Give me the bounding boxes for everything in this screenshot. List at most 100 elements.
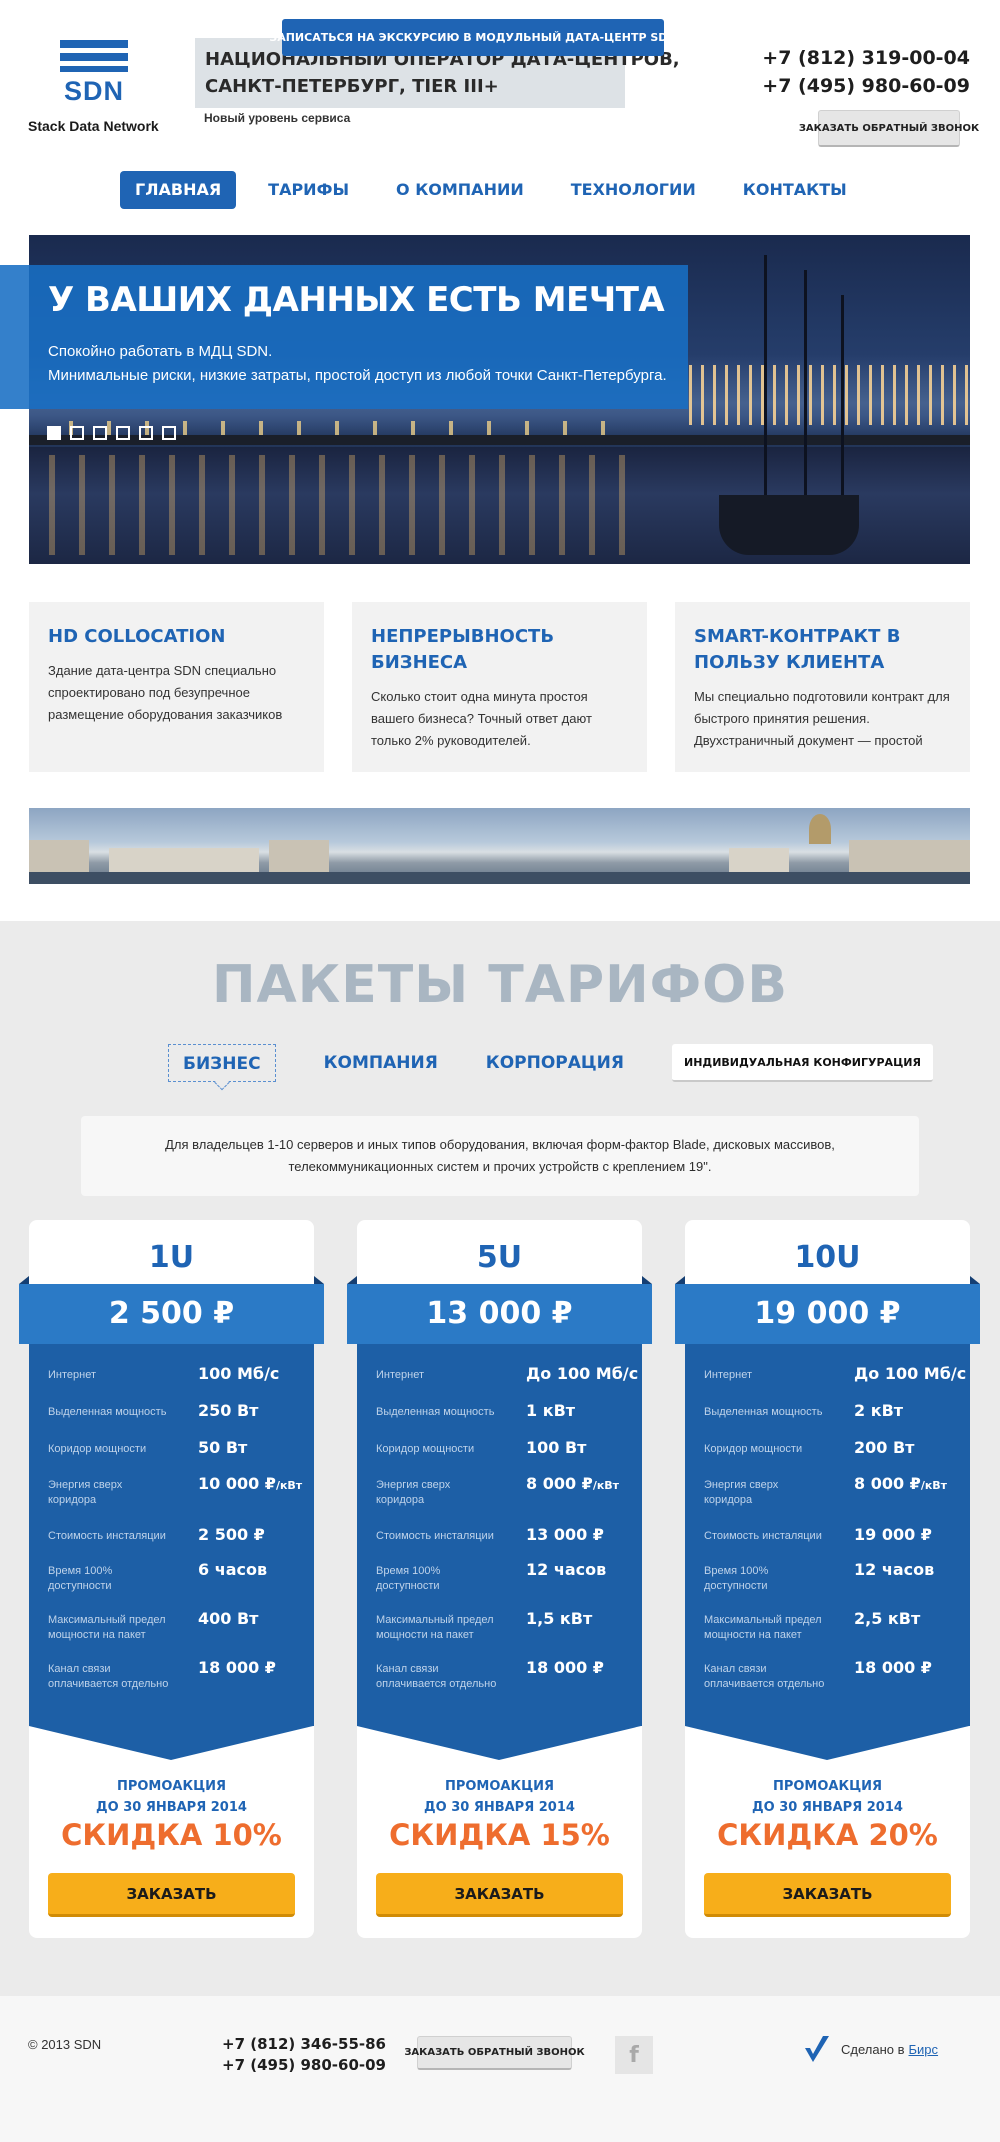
callback-button[interactable]: ЗАКАЗАТЬ ОБРАТНЫЙ ЗВОНОК (799, 110, 979, 147)
nav-item-tariffs[interactable]: ТАРИФЫ (253, 171, 364, 209)
nav-item-about[interactable]: О КОМПАНИИ (381, 171, 539, 209)
order-button[interactable]: ЗАКАЗАТЬ (376, 1873, 623, 1917)
ribbon-fold (347, 1276, 357, 1284)
logo-text: SDN (63, 76, 124, 106)
nav-item-home[interactable]: ГЛАВНАЯ (120, 171, 237, 209)
spec-value: 12 часов (854, 1560, 935, 1579)
feature-title: НЕПРЕРЫВНОСТЬ БИЗНЕСА (371, 626, 555, 673)
feature-smart-contract: SMART-КОНТРАКТ В ПОЛЬЗУ КЛИЕНТА Мы специ… (675, 602, 970, 772)
tariff-card: 10U 19 000 ₽ Интернет До 100 Мб/с Выделенная… (675, 1220, 980, 1938)
excursion-button[interactable]: ЗАПИСАТЬСЯ НА ЭКСКУРСИЮ В МОДУЛЬНЫЙ ДАТА… (269, 19, 677, 56)
tariff-tabs: БИЗНЕС КОМПАНИЯ КОРПОРАЦИЯ ИНДИВИДУАЛЬНА… (168, 1044, 933, 1082)
facebook-icon[interactable]: f (615, 2036, 653, 2074)
spec-unit: /кВт (920, 1479, 948, 1492)
ribbon-fold (642, 1276, 652, 1284)
footer-phone-msk[interactable]: +7 (495) 980-60-09 (222, 2055, 386, 2076)
checkmark-icon (805, 2036, 829, 2062)
tariff-card: 1U 2 500 ₽ Интернет 100 Мб/с Выделенная мощн… (19, 1220, 324, 1938)
footer-callback-button[interactable]: ЗАКАЗАТЬ ОБРАТНЫЙ ЗВОНОК (404, 2036, 585, 2070)
spec-label: Коридор мощности (376, 1443, 475, 1455)
feature-text: Здание дата-центра SDN специально спроек… (48, 663, 283, 722)
card-price: 13 000 ₽ (347, 1284, 652, 1344)
slider-dot[interactable] (162, 426, 176, 440)
main-nav: ГЛАВНАЯ ТАРИФЫ О КОМПАНИИ ТЕХНОЛОГИИ КОН… (120, 171, 879, 209)
feature-text: Сколько стоит одна минута простоя вашего… (371, 689, 592, 748)
spec-label: Коридор мощности (48, 1443, 147, 1455)
spec-label: Энергия сверх коридора (48, 1479, 123, 1506)
phone-spb[interactable]: +7 (812) 319-00-04 (762, 44, 970, 72)
spec-value: 8 000 ₽/кВт (854, 1474, 948, 1493)
phone-msk[interactable]: +7 (495) 980-60-09 (762, 72, 970, 100)
spec-value: 19 000 ₽ (854, 1525, 932, 1544)
spec-value: 1,5 кВт (526, 1609, 593, 1628)
spec-value: 8 000 ₽/кВт (526, 1474, 620, 1493)
spec-label: Максимальный предел мощности на пакет (704, 1614, 822, 1641)
spec-value: До 100 Мб/с (854, 1364, 967, 1383)
spec-label: Время 100% доступности (704, 1565, 769, 1592)
spec-value: 10 000 ₽/кВт (198, 1474, 303, 1493)
made-by-link[interactable]: Бирс (909, 2042, 939, 2057)
feature-collocation: HD COLLOCATION Здание дата-центра SDN сп… (29, 602, 324, 772)
header-phones: +7 (812) 319-00-04 +7 (495) 980-60-09 (762, 44, 970, 100)
spec-label: Канал связи оплачивается отдельно (704, 1663, 825, 1690)
spec-value: 6 часов (198, 1560, 268, 1579)
spec-value: 250 Вт (198, 1401, 259, 1420)
card-price: 19 000 ₽ (675, 1284, 980, 1344)
spec-label: Выделенная мощность (704, 1406, 823, 1418)
card-price: 2 500 ₽ (19, 1284, 324, 1344)
slider-dots (47, 426, 185, 440)
spec-label: Энергия сверх коридора (376, 1479, 451, 1506)
nav-item-contacts[interactable]: КОНТАКТЫ (728, 171, 862, 209)
tab-custom-config[interactable]: ИНДИВИДУАЛЬНАЯ КОНФИГУРАЦИЯ (672, 1044, 933, 1082)
card-arrow (685, 1726, 969, 1760)
spec-unit: /кВт (275, 1479, 303, 1492)
card-arrow (29, 1726, 313, 1760)
headline-line2: САНКТ-ПЕТЕРБУРГ, TIER III+ (205, 76, 499, 97)
slider-dot[interactable] (116, 426, 130, 440)
spec-label: Максимальный предел мощности на пакет (376, 1614, 494, 1641)
logo-icon: SDN (60, 40, 128, 106)
promo-text: ПРОМОАКЦИЯ ДО 30 ЯНВАРЯ 2014 (96, 1779, 247, 1815)
slider-dot[interactable] (93, 426, 107, 440)
order-button[interactable]: ЗАКАЗАТЬ (704, 1873, 951, 1917)
tariff-description: Для владельцев 1-10 серверов и иных типо… (81, 1116, 919, 1196)
tab-corporation[interactable]: КОРПОРАЦИЯ (486, 1044, 624, 1082)
spec-label: Интернет (704, 1369, 752, 1381)
spec-label: Максимальный предел мощности на пакет (48, 1614, 166, 1641)
tab-company[interactable]: КОМПАНИЯ (324, 1044, 438, 1082)
spec-value: 50 Вт (198, 1438, 248, 1457)
nav-item-technologies[interactable]: ТЕХНОЛОГИИ (556, 171, 711, 209)
spec-label: Выделенная мощность (376, 1406, 495, 1418)
copyright: © 2013 SDN (28, 2037, 102, 2052)
footer-phones: +7 (812) 346-55-86 +7 (495) 980-60-09 (222, 2034, 386, 2076)
order-button[interactable]: ЗАКАЗАТЬ (48, 1873, 295, 1917)
card-units: 5U (476, 1240, 523, 1275)
footer-phone-spb[interactable]: +7 (812) 346-55-86 (222, 2034, 386, 2055)
feature-continuity: НЕПРЕРЫВНОСТЬ БИЗНЕСА Сколько стоит одна… (352, 602, 647, 772)
slider-dot[interactable] (139, 426, 153, 440)
spec-value: 18 000 ₽ (526, 1658, 604, 1677)
spec-value: 1 кВт (526, 1401, 576, 1420)
made-by: Сделано в Бирс (803, 2034, 938, 2064)
spec-label: Стоимость инсталяции (376, 1530, 494, 1542)
ribbon-fold (314, 1276, 324, 1284)
spec-value: 13 000 ₽ (526, 1525, 604, 1544)
spec-value: До 100 Мб/с (526, 1364, 639, 1383)
ribbon-fold (19, 1276, 29, 1284)
spec-value: 2,5 кВт (854, 1609, 921, 1628)
spec-value: 12 часов (526, 1560, 607, 1579)
spec-label: Интернет (48, 1369, 96, 1381)
feature-title: HD COLLOCATION (48, 626, 226, 647)
slider-dot[interactable] (70, 426, 84, 440)
hero-ship (719, 495, 859, 555)
promo-text: ПРОМОАКЦИЯ ДО 30 ЯНВАРЯ 2014 (424, 1779, 575, 1815)
page: SDN Stack Data Network НАЦИОНАЛЬНЫЙ ОПЕР… (0, 0, 1000, 2142)
ribbon-fold (675, 1276, 685, 1284)
tab-business[interactable]: БИЗНЕС (168, 1044, 276, 1082)
spec-label: Выделенная мощность (48, 1406, 167, 1418)
tariffs-title: ПАКЕТЫ ТАРИФОВ (212, 955, 788, 1015)
discount: СКИДКА 20% (717, 1818, 938, 1852)
spec-label: Стоимость инсталяции (48, 1530, 166, 1542)
feature-text: Мы специально подготовили контракт для б… (694, 689, 950, 748)
slider-dot[interactable] (47, 426, 61, 440)
